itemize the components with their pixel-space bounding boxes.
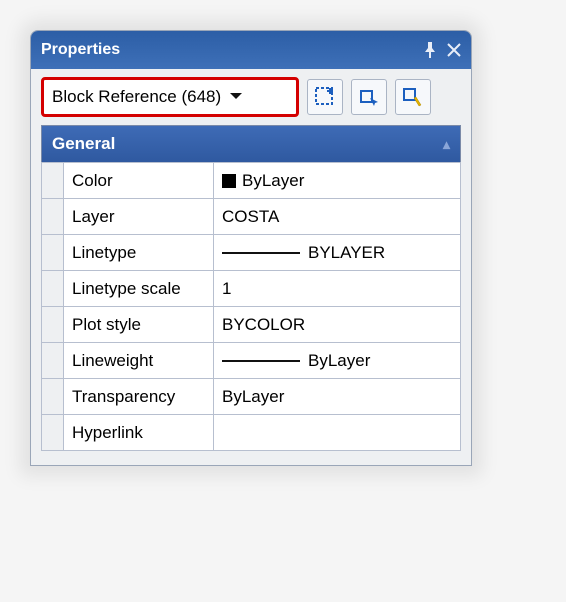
property-row-layer: Layer COSTA [42, 199, 461, 235]
object-type-label: Block Reference (648) [52, 87, 221, 107]
object-type-combo[interactable]: Block Reference (648) [41, 77, 299, 117]
section-header-label: General [52, 134, 115, 154]
property-name: Hyperlink [64, 415, 214, 451]
panel-title: Properties [41, 41, 120, 59]
panel-titlebar: Properties [31, 31, 471, 69]
titlebar-controls [423, 42, 461, 58]
pin-icon[interactable] [423, 42, 437, 58]
color-swatch-icon [222, 174, 236, 188]
toggle-pickadd-button[interactable] [307, 79, 343, 115]
property-name: Color [64, 163, 214, 199]
property-row-linetype-scale: Linetype scale 1 [42, 271, 461, 307]
property-value-linetype[interactable]: BYLAYER [214, 235, 461, 271]
collapse-arrow-icon: ▴ [443, 136, 450, 153]
property-value-hyperlink[interactable] [214, 415, 461, 451]
properties-panel: Properties Block Reference (648) [30, 30, 472, 466]
property-row-color: Color ByLayer [42, 163, 461, 199]
close-icon[interactable] [447, 43, 461, 57]
property-name: Transparency [64, 379, 214, 415]
property-value-linetype-scale[interactable]: 1 [214, 271, 461, 307]
property-name: Linetype scale [64, 271, 214, 307]
linetype-preview-icon [222, 252, 300, 254]
property-row-hyperlink: Hyperlink [42, 415, 461, 451]
lineweight-preview-icon [222, 360, 300, 362]
property-value-lineweight[interactable]: ByLayer [214, 343, 461, 379]
property-value-color[interactable]: ByLayer [214, 163, 461, 199]
select-objects-button[interactable] [351, 79, 387, 115]
property-name: Linetype [64, 235, 214, 271]
property-value-layer[interactable]: COSTA [214, 199, 461, 235]
property-name: Lineweight [64, 343, 214, 379]
quick-select-button[interactable] [395, 79, 431, 115]
property-row-lineweight: Lineweight ByLayer [42, 343, 461, 379]
property-name: Plot style [64, 307, 214, 343]
toolbar: Block Reference (648) [31, 69, 471, 125]
property-row-linetype: Linetype BYLAYER [42, 235, 461, 271]
property-value-transparency[interactable]: ByLayer [214, 379, 461, 415]
property-grid: Color ByLayer Layer COSTA Linetype BYLAY… [41, 162, 461, 451]
section-header-general[interactable]: General ▴ [41, 125, 461, 162]
property-row-plot-style: Plot style BYCOLOR [42, 307, 461, 343]
property-name: Layer [64, 199, 214, 235]
property-value-plot-style[interactable]: BYCOLOR [214, 307, 461, 343]
property-row-transparency: Transparency ByLayer [42, 379, 461, 415]
chevron-down-icon [229, 87, 243, 107]
